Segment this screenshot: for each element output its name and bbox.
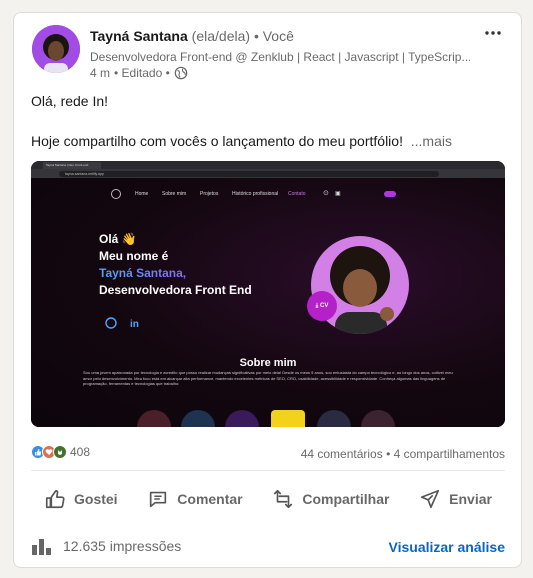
reactions-summary[interactable]: 408: [31, 445, 90, 459]
actions-divider: [31, 470, 505, 471]
send-button[interactable]: Enviar: [406, 481, 505, 517]
linkedin-icon: ▣: [335, 191, 341, 197]
download-icon: ⤓: [315, 302, 319, 309]
bar-chart-icon: [32, 539, 51, 555]
hero-line-1: Olá 👋: [99, 232, 137, 246]
author-pronouns: (ela/dela): [191, 28, 251, 44]
send-label: Enviar: [449, 491, 492, 507]
impressions-count: 12.635 impressões: [63, 538, 182, 554]
linkedin-icon: in: [130, 319, 139, 329]
hero-line-4: Desenvolvedora Front End: [99, 283, 252, 297]
support-reaction-icon: [53, 445, 67, 459]
connection-degree: • Você: [253, 28, 294, 44]
view-analytics-link[interactable]: Visualizar análise: [389, 539, 505, 555]
author-headline: Desenvolvedora Front-end @ Zenklub | Rea…: [90, 50, 470, 64]
social-counts: 408 44 comentários • 4 compartilhamentos: [31, 443, 505, 465]
globe-icon: [174, 66, 188, 80]
theme-toggle-icon: [384, 191, 396, 197]
comment-label: Comentar: [177, 491, 243, 507]
github-icon: [105, 317, 117, 329]
like-button[interactable]: Gostei: [31, 481, 131, 517]
post-actions: Gostei Comentar Compartilhar Enviar: [31, 481, 505, 517]
portfolio-nav-home: Home: [135, 191, 149, 197]
see-more-link[interactable]: ...mais: [411, 133, 452, 149]
like-label: Gostei: [74, 491, 118, 507]
post-text: Olá, rede In! Hoje compartilho com vocês…: [31, 91, 501, 171]
portfolio-background: [31, 178, 505, 427]
javascript-icon: [271, 410, 305, 427]
portfolio-nav-contact: Contato: [288, 191, 306, 197]
cv-label: CV: [319, 303, 329, 309]
post-text-line-1: Olá, rede In!: [31, 93, 109, 109]
author-line: Tayná Santana (ela/dela) • Você: [90, 27, 294, 45]
portfolio-nav: Home Sobre mim Projetos Histórico profis…: [31, 189, 505, 201]
svg-text:in: in: [130, 319, 139, 329]
shares-count[interactable]: 4 compartilhamentos: [394, 447, 505, 461]
send-icon: [421, 489, 440, 509]
portfolio-nav-about: Sobre mim: [162, 191, 187, 197]
post-text-content: Hoje compartilho com vocês o lançamento …: [31, 133, 403, 149]
thumbs-up-icon: [45, 489, 65, 509]
comments-count[interactable]: 44 comentários: [301, 447, 383, 461]
post-text-line-2: Hoje compartilho com vocês o lançamento …: [31, 131, 501, 151]
post-media-image[interactable]: Tayná Santana | Dev. Front-end tayna-san…: [31, 161, 505, 427]
author-avatar[interactable]: [32, 25, 80, 73]
comment-button[interactable]: Comentar: [134, 481, 255, 517]
browser-tabbar: Tayná Santana | Dev. Front-end: [31, 161, 505, 169]
post-time: 4 m: [90, 66, 111, 80]
portfolio-hero: Olá 👋 Meu nome é Tayná Santana, Desenvol…: [99, 231, 252, 299]
about-title: Sobre mim: [239, 357, 297, 369]
repost-button[interactable]: Compartilhar: [259, 481, 402, 517]
counts-separator: •: [382, 447, 394, 461]
ellipsis-icon: [485, 31, 501, 35]
repost-label: Compartilhar: [302, 491, 390, 507]
portfolio-logo-icon: [111, 189, 121, 199]
browser-urlbar: tayna-santana.netlify.app: [31, 169, 505, 178]
more-options-button[interactable]: [483, 25, 503, 41]
post-card: Tayná Santana (ela/dela) • Você Desenvol…: [13, 12, 522, 568]
download-cv-button: ⤓ CV: [307, 291, 337, 321]
hero-line-2: Meu nome é: [99, 249, 169, 263]
post-analytics: 12.635 impressões Visualizar análise: [31, 537, 505, 557]
browser-url-field: tayna-santana.netlify.app: [59, 171, 439, 177]
repost-icon: [274, 489, 293, 509]
reaction-count[interactable]: 408: [70, 445, 90, 459]
post-meta: 4 m • Editado •: [90, 65, 188, 81]
edited-label: • Editado •: [114, 66, 170, 80]
browser-tab: Tayná Santana | Dev. Front-end: [43, 162, 101, 169]
author-name[interactable]: Tayná Santana: [90, 28, 188, 44]
comment-icon: [150, 491, 167, 508]
impressions: 12.635 impressões: [31, 537, 181, 555]
hero-line-3: Tayná Santana,: [99, 265, 252, 282]
engagement-counts: 44 comentários • 4 compartilhamentos: [301, 447, 505, 461]
hero-social-icons: in: [105, 317, 141, 329]
portfolio-nav-projects: Projetos: [200, 191, 219, 197]
github-icon: ⊙: [323, 190, 329, 197]
about-text: Sou uma jovem apaixonada por tecnologia …: [83, 370, 453, 387]
portfolio-nav-history: Histórico profissional: [232, 191, 279, 197]
